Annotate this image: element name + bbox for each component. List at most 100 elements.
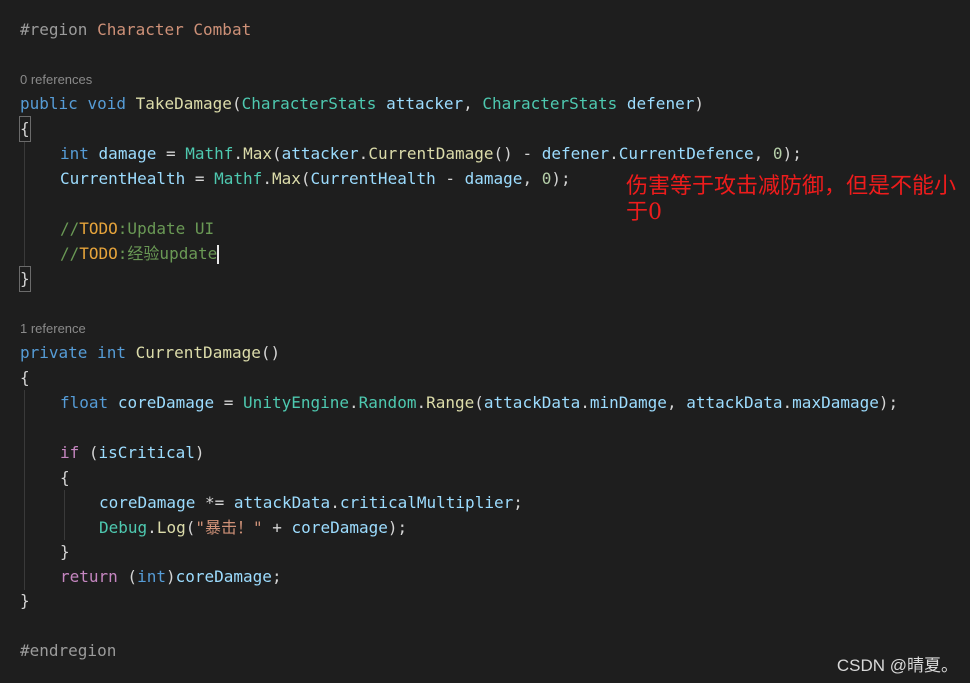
indent-guide bbox=[64, 490, 65, 540]
number-literal: 0 bbox=[541, 169, 552, 188]
paren: ( bbox=[300, 169, 311, 188]
paren: ( bbox=[79, 443, 99, 462]
method-signature-take-damage[interactable]: public void TakeDamage(CharacterStats at… bbox=[20, 92, 704, 116]
operator: *= bbox=[195, 493, 234, 512]
operator: + bbox=[262, 518, 292, 537]
todo-tag: TODO bbox=[79, 219, 118, 238]
codelens-references[interactable]: 1 reference bbox=[20, 320, 86, 338]
comment-text: :Update UI bbox=[117, 219, 215, 238]
region-line[interactable]: #region Character Combat bbox=[20, 18, 251, 42]
keyword-if: if bbox=[60, 443, 80, 462]
code-line-if[interactable]: if (isCritical) bbox=[60, 441, 205, 465]
terminator: ); bbox=[387, 518, 408, 537]
brace: } bbox=[60, 542, 70, 561]
watermark: CSDN @晴夏。 bbox=[836, 656, 958, 675]
variable: coreDamage bbox=[117, 393, 215, 412]
variable: damage bbox=[98, 144, 157, 163]
code-line[interactable]: } bbox=[20, 589, 30, 613]
property: CurrentDefence bbox=[618, 144, 754, 163]
paren: ( bbox=[231, 94, 242, 113]
code-line-core-damage[interactable]: float coreDamage = UnityEngine.Random.Ra… bbox=[60, 391, 898, 415]
terminator: ; bbox=[271, 567, 282, 586]
variable: defener bbox=[541, 144, 610, 163]
separator: , bbox=[522, 169, 542, 188]
keyword-private: private bbox=[20, 343, 88, 362]
code-line[interactable]: { bbox=[20, 366, 30, 390]
code-line-debug-log[interactable]: Debug.Log("暴击！" + coreDamage); bbox=[99, 516, 407, 540]
code-line[interactable]: } bbox=[60, 540, 70, 564]
param-name: defener bbox=[626, 94, 695, 113]
code-editor[interactable]: #region Character Combat 0 references pu… bbox=[0, 0, 970, 683]
variable: attacker bbox=[281, 144, 359, 163]
paren: ) bbox=[165, 567, 176, 586]
keyword-return: return bbox=[60, 567, 118, 586]
dot: . bbox=[580, 393, 590, 412]
todo-tag: TODO bbox=[79, 244, 118, 263]
keyword-float: float bbox=[60, 393, 109, 412]
code-line[interactable]: { bbox=[60, 466, 70, 490]
region-directive: #region bbox=[20, 20, 88, 39]
comment-text: :经验update bbox=[117, 244, 218, 263]
codelens-references[interactable]: 0 references bbox=[20, 71, 92, 89]
code-line[interactable]: } bbox=[19, 266, 31, 292]
operator: = bbox=[185, 169, 215, 188]
terminator: ); bbox=[551, 169, 571, 188]
matched-brace: { bbox=[19, 116, 31, 142]
dot: . bbox=[358, 144, 369, 163]
separator: , bbox=[753, 144, 773, 163]
property: CurrentHealth bbox=[60, 169, 186, 188]
keyword-public: public bbox=[20, 94, 78, 113]
code-line[interactable]: { bbox=[19, 116, 31, 142]
number-literal: 0 bbox=[772, 144, 783, 163]
method-name: TakeDamage bbox=[135, 94, 232, 113]
dot: . bbox=[262, 169, 272, 188]
method-call: Max bbox=[243, 144, 272, 163]
dot: . bbox=[609, 144, 619, 163]
code-line-multiplier[interactable]: coreDamage *= attackData.criticalMultipl… bbox=[99, 491, 523, 515]
comment-slashes: // bbox=[60, 219, 80, 238]
keyword-int: int bbox=[137, 567, 166, 586]
brace: { bbox=[60, 468, 70, 487]
paren: ) bbox=[194, 443, 205, 462]
code-line-damage[interactable]: int damage = Mathf.Max(attacker.CurrentD… bbox=[60, 142, 802, 166]
region-name: Character Combat bbox=[97, 20, 252, 39]
dot: . bbox=[330, 493, 340, 512]
dot: . bbox=[416, 393, 427, 412]
endregion-directive: #endregion bbox=[20, 641, 117, 660]
separator: , bbox=[463, 94, 483, 113]
code-line-return[interactable]: return (int)coreDamage; bbox=[60, 565, 282, 589]
terminator: ; bbox=[513, 493, 523, 512]
paren: ) bbox=[694, 94, 704, 113]
operator: - bbox=[435, 169, 465, 188]
variable: attackData bbox=[233, 493, 331, 512]
paren: ( bbox=[474, 393, 484, 412]
annotation-note: 伤害等于攻击减防御，但是不能小于0 bbox=[626, 174, 957, 225]
type-name: Debug bbox=[99, 518, 148, 537]
variable: attackData bbox=[483, 393, 581, 412]
keyword-void: void bbox=[87, 94, 126, 113]
namespace: UnityEngine bbox=[243, 393, 350, 412]
method-signature-current-damage[interactable]: private int CurrentDamage() bbox=[20, 341, 280, 365]
dot: . bbox=[147, 518, 157, 537]
variable: attackData bbox=[686, 393, 783, 412]
method-call: Range bbox=[426, 393, 475, 412]
comment-todo-update-ui[interactable]: //TODO:Update UI bbox=[60, 217, 214, 241]
comment-todo-exp-update[interactable]: //TODO:经验update bbox=[60, 242, 220, 266]
operator: () - bbox=[493, 144, 542, 163]
indent-guide bbox=[24, 390, 25, 590]
field: minDamge bbox=[589, 393, 667, 412]
paren: ( bbox=[117, 567, 138, 586]
variable: coreDamage bbox=[291, 518, 388, 537]
code-line-health[interactable]: CurrentHealth = Mathf.Max(CurrentHealth … bbox=[60, 167, 571, 191]
paren: ( bbox=[185, 518, 196, 537]
variable: isCritical bbox=[98, 443, 195, 462]
type-name: CharacterStats bbox=[241, 94, 377, 113]
variable: coreDamage bbox=[99, 493, 196, 512]
terminator: ); bbox=[878, 393, 899, 412]
paren: ( bbox=[271, 144, 282, 163]
type-name: CharacterStats bbox=[482, 94, 618, 113]
keyword-int: int bbox=[60, 144, 89, 163]
endregion-line[interactable]: #endregion bbox=[20, 639, 116, 663]
matched-brace: } bbox=[19, 266, 31, 292]
terminator: ); bbox=[782, 144, 802, 163]
